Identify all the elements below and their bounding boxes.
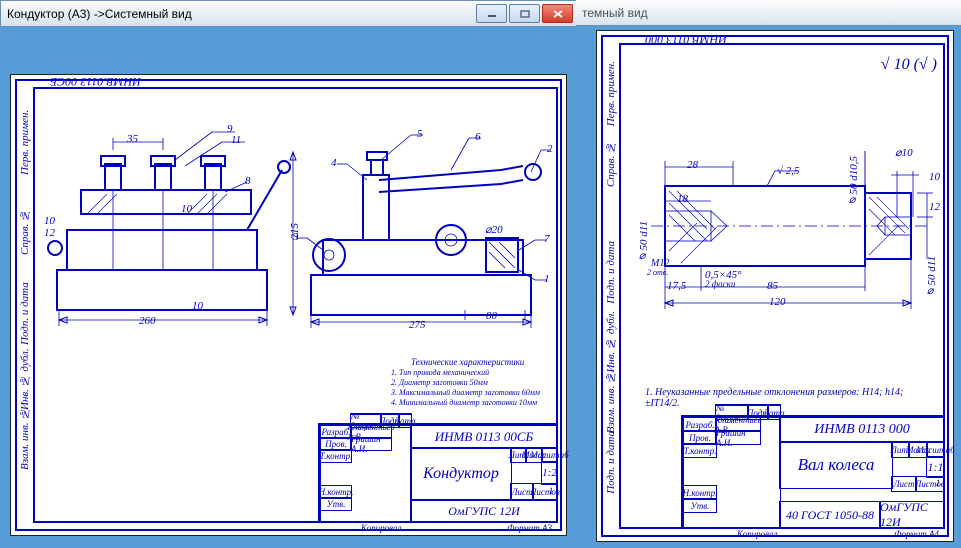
dim: 12 (929, 201, 940, 213)
tb-role: Т.контр. (683, 443, 717, 458)
tech-line: 4. Минимальный диаметр заготовки 10мм (391, 398, 537, 407)
side-note: Справ. № (19, 195, 31, 255)
side-note: Инв. № дубл. (19, 355, 31, 410)
dim: 275 (409, 319, 426, 331)
side-note: Подп. и дата (19, 275, 31, 345)
dim: 18 (677, 193, 688, 205)
leader: 4 (331, 157, 337, 169)
tb-sign: Гришин А.И. (715, 430, 761, 445)
copied-label: Копировал (361, 523, 401, 533)
window-title: Кондуктор (А3) ->Системный вид (1, 7, 475, 21)
side-note: Перв. примен. (19, 115, 31, 175)
tb-role: Т.контр. (320, 449, 352, 463)
tech-header: Технические характеристики (411, 357, 524, 367)
leader: 10 (44, 215, 55, 227)
dim: 2 отв. (647, 268, 668, 277)
dim: 28 (687, 159, 698, 171)
side-note: Взам. инв. № (19, 415, 31, 470)
tb-name: Вал колеса (779, 441, 893, 489)
title-block: Разраб. Пров. Т.контр. Н.контр. Утв. Кли… (318, 423, 558, 523)
tb-one: 1 (546, 483, 556, 499)
dim: ⌀10 (895, 146, 913, 159)
fixture-side-view (301, 120, 551, 330)
leader: 6 (475, 131, 481, 143)
tb-one: 1 (933, 476, 943, 490)
dim: ⌀50 d11 (925, 256, 938, 298)
drawing-code-inverted: ИНМВ.0113 00СБ (50, 74, 141, 89)
tb-code: ИНМВ 0113 00СБ (410, 425, 558, 449)
dim: 2 фаски (705, 279, 735, 289)
side-note: Подп. и дата (605, 431, 617, 494)
tb-role: Утв. (320, 497, 352, 511)
leader: 5 (417, 128, 423, 140)
dim: ⌀50 d11 (637, 221, 650, 263)
general-note: 1. Неуказанные предельные отклонения раз… (645, 387, 939, 409)
dim: 80 (486, 310, 497, 322)
tb-scale: 1:1 (926, 456, 945, 478)
minimize-button[interactable] (476, 4, 507, 23)
leader: 3 (293, 231, 299, 243)
dim: 120 (769, 296, 786, 308)
leader: 11 (231, 134, 241, 146)
tb-scale: 1:2 (541, 461, 558, 485)
close-button[interactable] (542, 4, 573, 23)
tb-code: ИНМВ 0113 000 (779, 417, 945, 443)
side-note: Подп. и дата (605, 241, 617, 304)
adjacent-tab-title: темный вид (576, 0, 961, 26)
dim: 10 (929, 171, 940, 183)
fixture-front-view (47, 120, 277, 320)
tech-line: 1. Тип привода механический (391, 368, 489, 377)
tb-sheet: Лист (891, 476, 917, 492)
dim: 17,5 (667, 280, 686, 292)
title-block: Разраб. Пров. Т.контр. Н.контр. Утв. Кли… (681, 415, 945, 529)
tb-sign: Гришин А.И. (350, 437, 392, 451)
tb-material: 40 ГОСТ 1050-88 (779, 501, 881, 529)
maximize-button[interactable] (509, 4, 540, 23)
leader: 2 (547, 143, 553, 155)
leader: 10 (181, 203, 192, 215)
leader: 7 (544, 233, 550, 245)
format-label: Формат А3 (507, 523, 552, 533)
side-note: Справ. № (605, 141, 617, 187)
close-icon (553, 10, 563, 18)
side-note: Инв. № дубл. (605, 311, 617, 373)
dim: 35 (127, 133, 138, 145)
tb-role: Утв. (683, 498, 717, 513)
side-note: Взам. инв. № (605, 371, 617, 433)
sheet-a4: ИНМВ 0113 000 √ 10 (√ ) Перв. примен. Сп… (596, 30, 954, 542)
leader: 1 (544, 273, 550, 285)
side-note: Перв. примен. (605, 61, 617, 126)
sheet-a3: ИНМВ.0113 00СБ Перв. примен. Справ. № По… (10, 74, 567, 536)
dim: 10 (192, 300, 203, 312)
maximize-icon (520, 10, 530, 18)
tech-line: 3. Максимальный диаметр заготовки 60мм (391, 388, 540, 397)
tb-org: ОмГУПС 12И (879, 501, 945, 529)
dim: 260 (139, 315, 156, 327)
minimize-icon (487, 10, 497, 18)
window-titlebar: Кондуктор (А3) ->Системный вид (0, 0, 577, 27)
leader: 8 (245, 175, 251, 187)
dim: ⌀20 (485, 223, 503, 236)
surface-ra: √ 2,5 (777, 165, 800, 177)
tb-col: № докум. (350, 413, 382, 428)
tb-name: Кондуктор (410, 447, 512, 501)
dim: 85 (767, 280, 778, 292)
tech-line: 2. Диаметр заготовки 50мм (391, 378, 488, 387)
dim: ⌀50 d10,5 (847, 156, 860, 208)
copied-label: Копировал (737, 529, 777, 539)
drawing-code-inverted: ИНМВ 0113 000 (645, 32, 727, 47)
tb-org: ОмГУПС 12И (410, 499, 558, 523)
leader: 12 (44, 227, 55, 239)
surface-roughness-general: √ 10 (√ ) (881, 56, 937, 74)
tb-col: № докум. (715, 404, 749, 420)
format-label: Формат А4 (894, 529, 939, 539)
